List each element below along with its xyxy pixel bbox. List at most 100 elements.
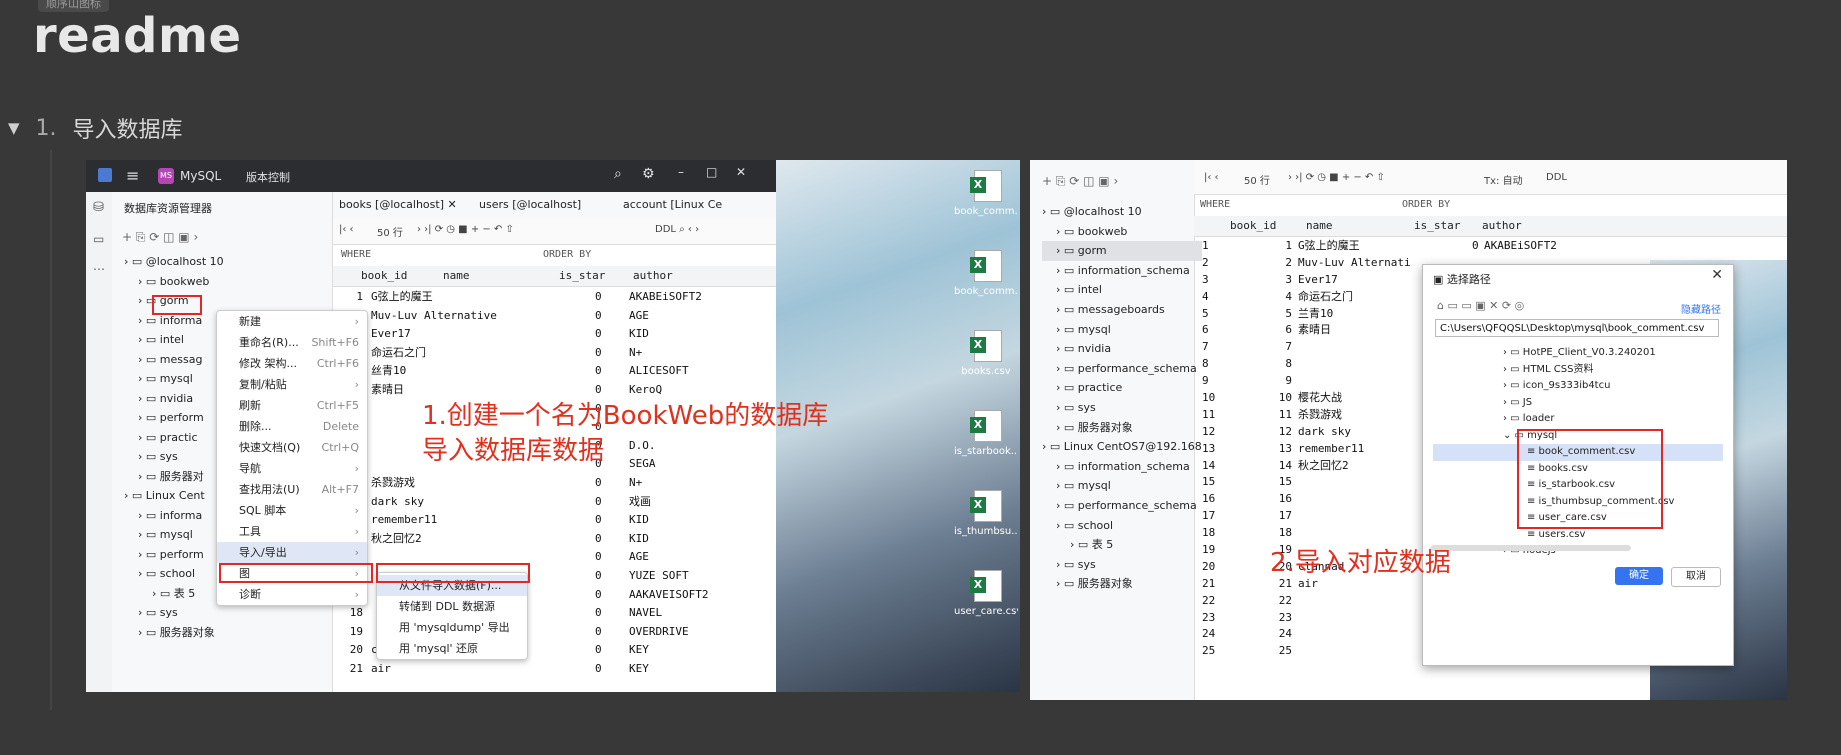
table-row[interactable]: 1 1 G弦上的魔王 0 AKABEiSOFT2	[1194, 238, 1787, 255]
table-cell[interactable]: 13	[1279, 441, 1292, 458]
table-cell[interactable]: 7	[1202, 339, 1209, 356]
table-cell[interactable]: N+	[629, 344, 642, 363]
table-row[interactable]: 21 air 0 KEY	[333, 660, 776, 679]
table-cell[interactable]: KID	[629, 511, 649, 530]
table-row[interactable]: 11杀戮游戏0N+	[333, 474, 776, 493]
submenu-item[interactable]: 转储到 DDL 数据源	[377, 596, 527, 617]
where-filter[interactable]: WHERE	[1200, 199, 1230, 210]
tree-item[interactable]: › ▭ sys	[1042, 555, 1202, 575]
table-cell[interactable]: 18	[350, 604, 363, 623]
menu-item[interactable]: 快速文档(Q) Ctrl+Q	[217, 437, 367, 458]
table-cell[interactable]: 杀戮游戏	[371, 474, 415, 493]
table-cell[interactable]: 0	[595, 530, 602, 549]
menu-item[interactable]: 重命名(R)... Shift+F6	[217, 332, 367, 353]
where-filter[interactable]: WHERE	[341, 249, 371, 260]
menu-item[interactable]: 查找用法(U) Alt+F7	[217, 479, 367, 500]
table-cell[interactable]: 4	[1202, 289, 1209, 306]
rows-per-page[interactable]: 50 行	[1244, 172, 1270, 187]
table-row[interactable]: 13remember110KID	[333, 511, 776, 530]
table-cell[interactable]: AAKAVEISOFT2	[629, 586, 708, 605]
toolbar-icons[interactable]: › ›| ⟳ ◷ ■ + − ↶ ⇧	[1288, 172, 1385, 183]
table-cell[interactable]: 12	[1202, 424, 1215, 441]
tab-users[interactable]: users [@localhost]	[479, 198, 581, 211]
table-cell[interactable]: 戏画	[629, 493, 651, 512]
table-cell[interactable]: OVERDRIVE	[629, 623, 689, 642]
table-cell[interactable]: 秋之回忆2	[1298, 458, 1349, 475]
table-cell[interactable]: 22	[1202, 593, 1215, 610]
table-cell[interactable]: remember11	[371, 511, 437, 530]
table-cell[interactable]: 14	[1202, 458, 1215, 475]
settings-icon[interactable]: ⚙	[642, 166, 655, 182]
horizontal-scrollbar[interactable]	[1431, 545, 1631, 551]
search-icon[interactable]: ⌕	[614, 166, 622, 182]
table-cell[interactable]: 12	[1279, 424, 1292, 441]
table-cell[interactable]: D.O.	[629, 437, 656, 456]
table-cell[interactable]: 丝青10	[371, 362, 406, 381]
more-icon[interactable]: ⋯	[93, 262, 105, 276]
table-cell[interactable]: 19	[1202, 542, 1215, 559]
tree-item[interactable]: › ▭ perform	[124, 408, 224, 428]
vcs-menu[interactable]: 版本控制	[246, 169, 290, 185]
table-cell[interactable]: 10	[1202, 390, 1215, 407]
column-header[interactable]: name	[1306, 219, 1333, 232]
close-icon[interactable]: ✕	[1711, 267, 1723, 283]
table-cell[interactable]: 6	[1202, 322, 1209, 339]
column-header[interactable]: author	[633, 269, 673, 282]
tab-books[interactable]: books [@localhost] ✕	[339, 198, 457, 211]
menu-item[interactable]: 删除... Delete	[217, 416, 367, 437]
tree-item[interactable]: › ▭ 服务器对象	[1042, 418, 1202, 438]
table-cell[interactable]: 2	[1202, 255, 1209, 272]
table-row[interactable]: 4命运石之门0N+	[333, 344, 776, 363]
table-cell[interactable]: 15	[1279, 474, 1292, 491]
table-cell[interactable]: 5	[1202, 306, 1209, 323]
table-cell[interactable]: 16	[1202, 491, 1215, 508]
tree-item[interactable]: › ▭ messag	[124, 350, 224, 370]
table-cell[interactable]: 0	[595, 586, 602, 605]
table-cell[interactable]: SEGA	[629, 455, 656, 474]
table-row[interactable]: 12dark sky0戏画	[333, 493, 776, 512]
table-cell[interactable]: 13	[1202, 441, 1215, 458]
table-cell[interactable]: 9	[1285, 373, 1292, 390]
rows-per-page[interactable]: 50 行	[377, 224, 403, 239]
folder-item[interactable]: › ▭ loader	[1433, 411, 1723, 428]
table-cell[interactable]: 兰青10	[1298, 306, 1333, 323]
table-cell[interactable]: 14	[1279, 458, 1292, 475]
table-cell[interactable]: Ever17	[1298, 272, 1338, 289]
table-cell[interactable]: 20	[1202, 559, 1215, 576]
collapse-triangle-icon[interactable]: ▼	[8, 119, 20, 137]
table-cell[interactable]: KID	[629, 530, 649, 549]
tree-item[interactable]: › ▭ messageboards	[1042, 300, 1202, 320]
table-cell[interactable]: 0	[595, 604, 602, 623]
table-cell[interactable]: 10	[1279, 390, 1292, 407]
table-row[interactable]: 1 G弦上的魔王 0 AKABEiSOFT2	[333, 288, 776, 307]
tree-item[interactable]: › ▭ 表 5	[1042, 535, 1202, 555]
menu-item[interactable]: 修改 架构... Ctrl+F6	[217, 353, 367, 374]
tree-item[interactable]: › ▭ @localhost 10	[124, 252, 224, 272]
table-cell[interactable]: 0	[595, 344, 602, 363]
table-cell[interactable]: NAVEL	[629, 604, 662, 623]
table-cell[interactable]: 23	[1202, 610, 1215, 627]
table-cell[interactable]: 0	[1472, 238, 1479, 255]
tree-item[interactable]: › ▭ sys	[1042, 398, 1202, 418]
table-cell[interactable]: Muv-Luv Alternati	[1298, 255, 1411, 272]
tree-item[interactable]: › ▭ information_schema	[1042, 261, 1202, 281]
tree-item[interactable]: › ▭ sys	[124, 603, 224, 623]
tree-item[interactable]: › ▭ Linux CentOS7@192.168	[1042, 437, 1202, 457]
table-cell[interactable]: 0	[595, 548, 602, 567]
table-row[interactable]: 14秋之回忆20KID	[333, 530, 776, 549]
excel-file-icon[interactable]	[970, 570, 1002, 602]
excel-file-icon[interactable]	[970, 170, 1002, 202]
table-cell[interactable]: AGE	[629, 548, 649, 567]
table-row[interactable]: 5丝青100ALICESOFT	[333, 362, 776, 381]
folder-item[interactable]: › ▭ HotPE_Client_V0.3.240201	[1433, 345, 1723, 362]
tree-item[interactable]: › ▭ nvidia	[124, 389, 224, 409]
tree-item[interactable]: › ▭ perform	[124, 545, 224, 565]
table-cell[interactable]: 命运石之门	[371, 344, 426, 363]
table-cell[interactable]: dark sky	[1298, 424, 1351, 441]
tree-item[interactable]: › ▭ 表 5	[124, 584, 224, 604]
import-submenu[interactable]: 从文件导入数据(F)... 转储到 DDL 数据源用 'mysqldump' 导出…	[376, 572, 528, 660]
table-cell[interactable]: 命运石之门	[1298, 289, 1353, 306]
table-cell[interactable]: AGE	[629, 307, 649, 326]
column-header[interactable]: is_star	[1414, 219, 1460, 232]
tree-item[interactable]: › ▭ 服务器对象	[1042, 574, 1202, 594]
